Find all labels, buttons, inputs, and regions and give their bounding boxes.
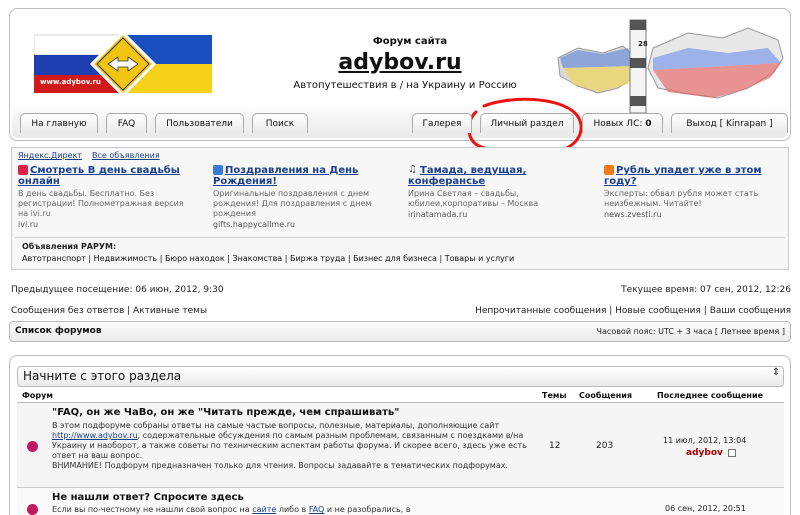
nav-new-pm[interactable]: Новых ЛС: 0 [582,113,663,133]
your-posts-link[interactable]: Ваши сообщения [710,306,791,316]
posts-count: 203 [596,441,614,451]
category-link[interactable]: Бюро находок [165,254,225,263]
site-link[interactable]: http://www.adybov.ru [52,431,138,440]
milepost-number: 28 [638,40,648,48]
ad-text: Оригинальные поздравления с днем рождени… [213,189,372,218]
forum-read-icon [27,504,38,515]
unanswered-link[interactable]: Сообщения без ответов [11,306,124,316]
ad-item[interactable]: ♫ Тамада, ведущая, конферансье Ирина Свет… [408,164,588,220]
ad-title: Смотреть В день свадьбы онлайн [18,165,180,187]
forum-title[interactable]: Не нашли ответ? Спросите здесь [52,492,244,503]
ad-item[interactable]: Рубль упадет уже в этом году? Эксперты: … [604,165,784,219]
ads-divider [15,237,785,238]
forum-description: Если вы по-честному не нашли свой вопрос… [52,505,411,514]
category-link[interactable]: Бизнес для бизнеса [353,254,437,263]
forum-title[interactable]: "FAQ, он же ЧаВо, он же "Читать прежде, … [52,407,399,418]
ad-url: news.zvesti.ru [604,210,662,219]
site-title[interactable]: adybov.ru [300,50,500,75]
category-link[interactable]: Знакомства [232,254,282,263]
nav-personal[interactable]: Личный раздел [480,113,574,133]
ad-text: В день свадьбы. Бесплатно. Без регистрац… [18,189,184,218]
go-to-post-icon[interactable] [728,449,736,457]
last-post-date: 11 июл, 2012, 13:04 [663,436,747,445]
forum-read-icon [27,441,38,452]
ad-url: ivi.ru [18,220,39,229]
ad-title: Поздравления на День Рождения! [213,165,359,187]
current-time: Текущее время: 07 сен, 2012, 12:26 [621,285,791,295]
music-note-icon: ♫ [408,164,417,175]
unread-link[interactable]: Непрочитанные сообщения [475,306,606,316]
category-link[interactable]: Автотранспорт [22,254,86,263]
col-topics: Темы [542,391,567,400]
ad-title: Тамада, ведущая, конферансье [408,165,527,187]
active-topics-link[interactable]: Активные темы [133,306,207,316]
category-link[interactable]: Биржа труда [290,254,345,263]
new-pm-count: 0 [645,119,652,129]
ivi-icon [18,165,28,175]
nav-users[interactable]: Пользователи [155,113,244,133]
faq-link[interactable]: FAQ [309,505,325,514]
ad-item[interactable]: Смотреть В день свадьбы онлайн В день св… [18,165,193,229]
nav-faq[interactable]: FAQ [106,113,147,133]
col-posts: Сообщения [579,391,632,400]
gift-icon [213,165,223,175]
nav-search[interactable]: Поиск [252,113,308,133]
ad-item[interactable]: Поздравления на День Рождения! Оригиналь… [213,165,393,229]
last-visit: Предыдущее посещение: 06 июн, 2012, 9:30 [11,285,224,295]
rarum-categories: Автотранспорт | Недвижимость | Бюро нахо… [22,254,515,263]
nav-logout[interactable]: Выход [ Kinrapan ] [671,113,788,133]
category-link[interactable]: Недвижимость [94,254,158,263]
forum-list-link[interactable]: Список форумов [15,326,102,336]
ad-url: gifts.happycallme.ru [213,220,296,229]
quick-links-right: Непрочитанные сообщения | Новые сообщени… [475,306,791,316]
quick-links-left: Сообщения без ответов | Активные темы [11,306,208,316]
category-link[interactable]: Товары и услуги [445,254,514,263]
section-title: Начните с этого раздела [23,369,182,383]
topics-count: 12 [549,441,561,451]
ad-title: Рубль упадет уже в этом году? [604,165,762,187]
site-subtitle: Форум сайта [372,36,448,47]
collapse-icon[interactable]: ⇕ [772,367,780,378]
col-forum: Форум [22,391,53,400]
all-ads-link[interactable]: Все объявления [92,151,160,160]
new-posts-link[interactable]: Новые сообщения [615,306,701,316]
nav-home[interactable]: На главную [20,113,98,133]
ad-text: Эксперты: обвал рубля может стать неизбе… [604,189,759,208]
nav-gallery[interactable]: Галерея [412,113,472,133]
forum-description: В этом подфоруме собраны ответы на самые… [52,421,527,470]
ad-url: irinatamada.ru [408,210,468,219]
last-post-user[interactable]: adybov [686,448,723,458]
ad-text: Ирина Светлая – свадьбы, юбилеи,корпорат… [408,189,539,208]
logo-url: www.adybov.ru [40,78,101,86]
site-logo[interactable]: www.adybov.ru [33,30,212,98]
new-pm-label: Новых ЛС: [593,119,643,129]
last-post-date: 06 сен, 2012, 20:51 [665,504,746,513]
site-description: Автопутешествия в / на Украину и Россию [293,80,517,91]
col-last-post: Последнее сообщение [657,391,763,400]
site-link[interactable]: сайте [252,505,276,514]
yandex-direct-link[interactable]: Яндекс.Директ [18,151,82,160]
coin-icon [604,165,614,175]
timezone: Часовой пояс: UTC + 3 часа [ Летнее врем… [596,327,785,336]
rarum-label: Объявления РАРУМ: [22,242,117,251]
